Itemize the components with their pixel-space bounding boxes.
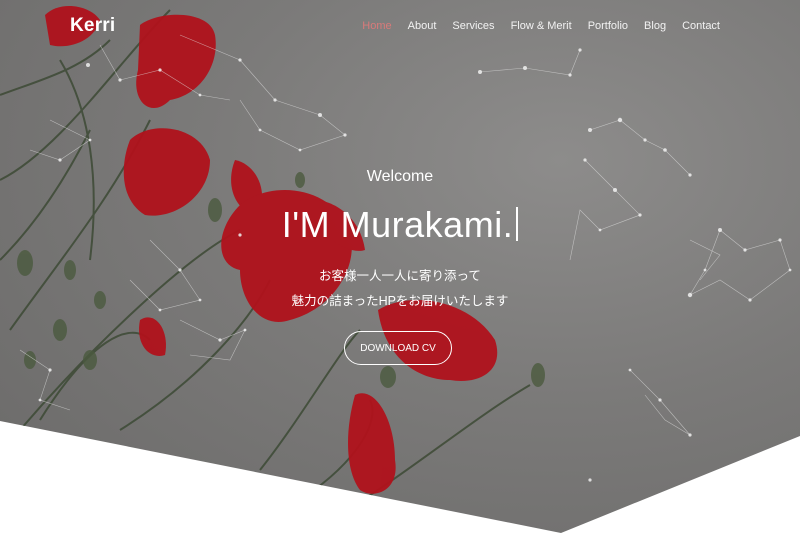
nav-item-blog[interactable]: Blog xyxy=(644,20,666,32)
site-logo[interactable]: Kerri xyxy=(70,15,115,37)
tagline-line-1: お客様一人一人に寄り添って xyxy=(319,269,481,283)
nav-item-flow-merit[interactable]: Flow & Merit xyxy=(511,20,572,32)
nav-item-about[interactable]: About xyxy=(408,20,437,32)
nav-item-home[interactable]: Home xyxy=(362,20,391,32)
hero-section: Kerri Home About Services Flow & Merit P… xyxy=(0,0,800,533)
download-cv-button[interactable]: DOWNLOAD CV xyxy=(344,331,452,365)
welcome-text: Welcome xyxy=(366,168,434,185)
typing-cursor xyxy=(516,207,519,241)
headline-text: I'M Murakami. xyxy=(281,204,514,245)
nav-item-contact[interactable]: Contact xyxy=(682,20,720,32)
top-navigation: Kerri Home About Services Flow & Merit P… xyxy=(0,0,800,56)
hero-headline: I'M Murakami. xyxy=(0,204,800,246)
tagline-line-2: 魅力の詰まったHPをお届けいたします xyxy=(291,294,509,308)
nav-menu: Home About Services Flow & Merit Portfol… xyxy=(346,20,720,32)
nav-item-services[interactable]: Services xyxy=(452,20,494,32)
nav-item-portfolio[interactable]: Portfolio xyxy=(588,20,628,32)
